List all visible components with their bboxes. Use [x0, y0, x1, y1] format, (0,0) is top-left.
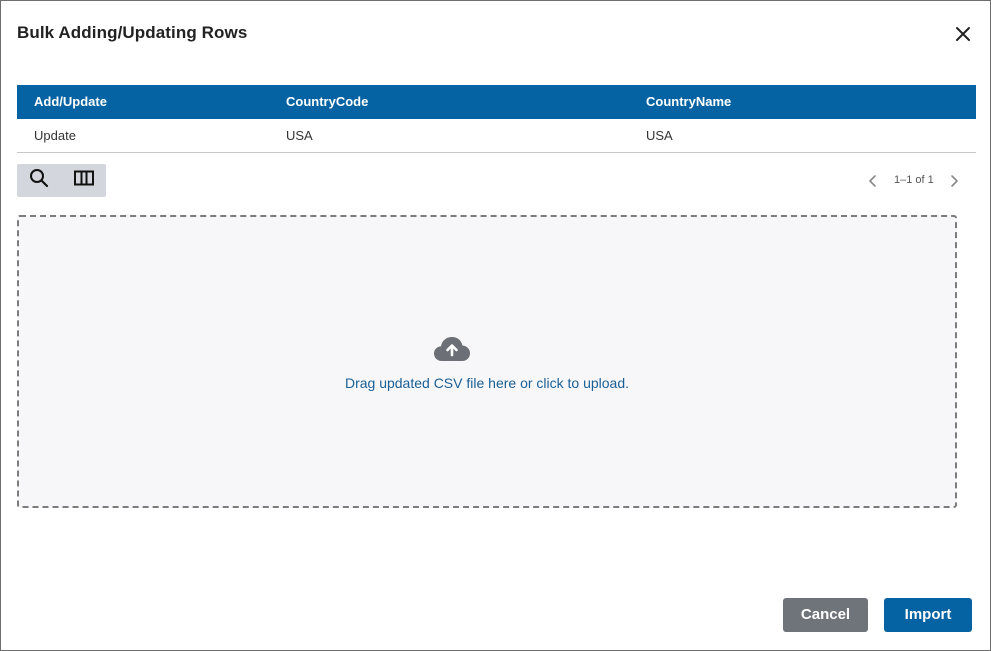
- column-header-country-name[interactable]: CountryName: [646, 85, 731, 119]
- bulk-update-dialog: Bulk Adding/Updating Rows Add/Update Cou…: [0, 0, 991, 651]
- search-icon: [29, 168, 49, 193]
- cell-add-update: Update: [34, 128, 76, 143]
- chevron-left-icon: [863, 175, 883, 195]
- columns-icon: [74, 170, 94, 191]
- cloud-upload-icon: [433, 335, 471, 363]
- column-header-add-update[interactable]: Add/Update: [34, 85, 107, 119]
- table-row[interactable]: Update USA USA: [17, 119, 976, 153]
- cancel-button[interactable]: Cancel: [783, 598, 868, 632]
- column-header-country-code[interactable]: CountryCode: [286, 85, 368, 119]
- search-button[interactable]: [17, 164, 61, 197]
- page-range-text: 1–1 of 1: [894, 174, 934, 186]
- cell-country-name: USA: [646, 128, 673, 143]
- grid-header-row: Add/Update CountryCode CountryName: [17, 85, 976, 119]
- dialog-title: Bulk Adding/Updating Rows: [17, 23, 248, 42]
- csv-upload-dropzone[interactable]: Drag updated CSV file here or click to u…: [17, 215, 957, 508]
- close-icon: [951, 22, 975, 46]
- next-page-button[interactable]: [944, 171, 964, 191]
- cell-country-code: USA: [286, 128, 313, 143]
- chevron-right-icon: [944, 175, 964, 195]
- prev-page-button[interactable]: [863, 171, 883, 191]
- grid-toolbar: [17, 164, 106, 197]
- dropzone-text: Drag updated CSV file here or click to u…: [344, 375, 630, 391]
- import-button[interactable]: Import: [884, 598, 972, 632]
- columns-button[interactable]: [62, 164, 106, 197]
- close-button[interactable]: [951, 22, 975, 46]
